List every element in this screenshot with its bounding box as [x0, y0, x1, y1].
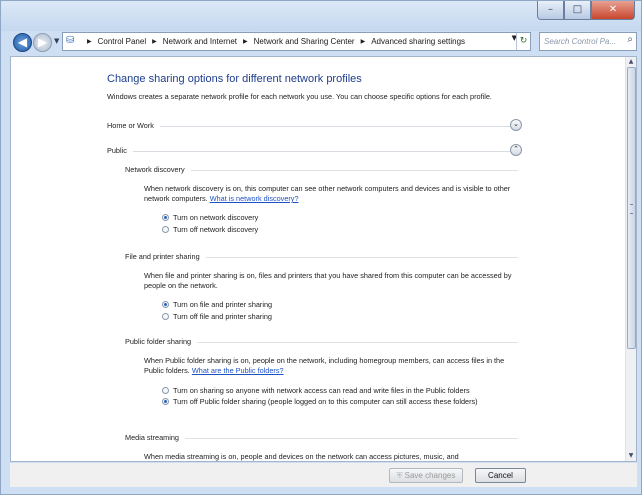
public-folder-sharing-description: When Public folder sharing is on, people… — [144, 356, 524, 376]
minimize-button[interactable]: – — [537, 1, 564, 20]
option-label[interactable]: Turn off network discovery — [173, 225, 258, 235]
breadcrumb-separator-icon[interactable]: ▶ — [361, 38, 366, 45]
radio-selected-icon[interactable] — [162, 214, 169, 221]
breadcrumb-separator-icon[interactable]: ▶ — [243, 38, 248, 45]
recent-pages-dropdown-icon[interactable]: ▼ — [54, 37, 59, 45]
media-streaming-description: When media streaming is on, people and d… — [144, 452, 459, 461]
option-label[interactable]: Turn on file and printer sharing — [173, 300, 272, 310]
breadcrumb-separator-icon[interactable]: ▶ — [87, 38, 92, 45]
radio-file-printer-sharing-on[interactable]: Turn on file and printer sharing — [162, 300, 272, 310]
breadcrumb-advanced-sharing-settings[interactable]: Advanced sharing settings — [371, 37, 465, 46]
profile-label: Public — [107, 146, 133, 155]
chevron-up-icon[interactable]: ⌃ — [510, 144, 522, 156]
scrollbar-thumb[interactable] — [627, 67, 636, 349]
control-panel-window: – □ ✕ ◀ ▶ ▼ ⛁ ▶ Control Panel ▶ Network … — [0, 0, 642, 495]
back-button[interactable]: ◀ — [13, 33, 32, 52]
radio-unselected-icon[interactable] — [162, 313, 169, 320]
section-title: Media streaming — [125, 433, 185, 442]
file-printer-sharing-description: When file and printer sharing is on, fil… — [144, 271, 512, 290]
divider — [107, 126, 518, 127]
navigation-bar: ◀ ▶ ▼ ⛁ ▶ Control Panel ▶ Network and In… — [1, 31, 641, 53]
refresh-icon[interactable]: ↻ — [516, 33, 530, 50]
option-label[interactable]: Turn off file and printer sharing — [173, 312, 272, 322]
search-input[interactable]: Search Control Pa... — [544, 37, 616, 46]
file-printer-sharing-header: File and printer sharing — [125, 252, 518, 264]
profile-public[interactable]: Public ⌃ — [107, 144, 522, 158]
radio-unselected-icon[interactable] — [162, 226, 169, 233]
close-button[interactable]: ✕ — [591, 1, 635, 20]
radio-network-discovery-on[interactable]: Turn on network discovery — [162, 213, 258, 223]
search-box[interactable]: Search Control Pa... ⌕ — [539, 32, 637, 51]
forward-button[interactable]: ▶ — [33, 33, 52, 52]
scroll-up-arrow-icon[interactable]: ▲ — [626, 57, 636, 67]
cancel-button[interactable]: Cancel — [475, 468, 526, 483]
action-bar: ⛨ Save changes Cancel — [10, 463, 637, 487]
option-label[interactable]: Turn off Public folder sharing (people l… — [173, 397, 502, 407]
option-label[interactable]: Turn on network discovery — [173, 213, 258, 223]
radio-file-printer-sharing-off[interactable]: Turn off file and printer sharing — [162, 312, 272, 322]
public-folder-sharing-header: Public folder sharing — [125, 337, 518, 349]
scrollbar-grip-icon — [630, 204, 633, 214]
breadcrumb-network-and-internet[interactable]: Network and Internet — [163, 37, 237, 46]
description-text: When network discovery is on, this compu… — [144, 184, 511, 203]
divider — [107, 151, 518, 152]
profile-label: Home or Work — [107, 121, 160, 130]
profile-home-or-work[interactable]: Home or Work ⌄ — [107, 119, 522, 133]
network-icon: ⛁ — [66, 35, 75, 46]
option-label[interactable]: Turn on sharing so anyone with network a… — [173, 386, 502, 396]
page-intro: Windows creates a separate network profi… — [107, 92, 492, 101]
title-bar[interactable]: – □ ✕ — [1, 1, 641, 31]
network-discovery-description: When network discovery is on, this compu… — [144, 184, 524, 204]
breadcrumb-control-panel[interactable]: Control Panel — [98, 37, 146, 46]
breadcrumb-separator-icon[interactable]: ▶ — [152, 38, 157, 45]
section-title: File and printer sharing — [125, 252, 206, 261]
public-folders-help-link[interactable]: What are the Public folders? — [192, 366, 284, 375]
radio-network-discovery-off[interactable]: Turn off network discovery — [162, 225, 258, 235]
content-pane: Change sharing options for different net… — [10, 56, 637, 462]
search-icon[interactable]: ⌕ — [627, 34, 633, 45]
shield-icon: ⛨ — [396, 471, 403, 480]
section-title: Network discovery — [125, 165, 191, 174]
radio-selected-icon[interactable] — [162, 398, 169, 405]
vertical-scrollbar[interactable]: ▲ ▼ — [625, 57, 636, 461]
radio-selected-icon[interactable] — [162, 301, 169, 308]
network-discovery-header: Network discovery — [125, 165, 518, 177]
maximize-button[interactable]: □ — [564, 1, 591, 20]
radio-public-sharing-on[interactable]: Turn on sharing so anyone with network a… — [162, 386, 502, 396]
media-streaming-header: Media streaming — [125, 433, 518, 445]
caption-buttons: – □ ✕ — [537, 1, 635, 20]
radio-public-sharing-off[interactable]: Turn off Public folder sharing (people l… — [162, 397, 502, 407]
breadcrumb: ▶ Control Panel ▶ Network and Internet ▶… — [81, 33, 465, 50]
breadcrumb-network-and-sharing-center[interactable]: Network and Sharing Center — [254, 37, 355, 46]
scroll-down-arrow-icon[interactable]: ▼ — [626, 451, 636, 461]
radio-unselected-icon[interactable] — [162, 387, 169, 394]
save-changes-label: Save changes — [404, 471, 456, 480]
page-title: Change sharing options for different net… — [107, 73, 362, 85]
chevron-down-icon[interactable]: ⌄ — [510, 119, 522, 131]
section-title: Public folder sharing — [125, 337, 198, 346]
save-changes-button[interactable]: ⛨ Save changes — [389, 468, 463, 483]
address-bar[interactable]: ⛁ ▶ Control Panel ▶ Network and Internet… — [62, 32, 531, 51]
network-discovery-help-link[interactable]: What is network discovery? — [210, 194, 299, 203]
